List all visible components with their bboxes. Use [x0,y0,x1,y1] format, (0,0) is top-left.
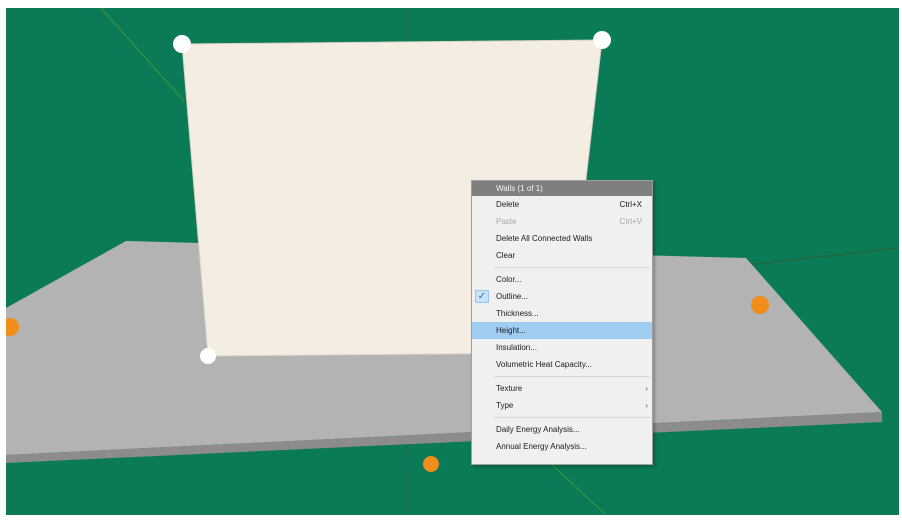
menu-item-label: Type [496,401,514,410]
menu-separator [494,376,650,377]
menu-item-label: Texture [496,384,523,393]
context-menu-title: Walls (1 of 1) [472,181,652,196]
3d-viewport[interactable] [6,8,899,515]
menu-item-texture[interactable]: Texture › [472,380,652,397]
menu-item-color[interactable]: Color... [472,271,652,288]
check-icon: ✓ [475,290,489,303]
submenu-arrow-icon: › [645,401,648,410]
menu-item-delete[interactable]: Delete Ctrl+X [472,196,652,213]
orange-marker-right[interactable] [751,296,769,314]
menu-item-label: Paste [496,217,517,226]
wall-handle-bottom-left[interactable] [200,348,216,364]
orange-marker-bottom[interactable] [423,456,439,472]
menu-item-delete-all-connected-walls[interactable]: Delete All Connected Walls [472,230,652,247]
menu-item-volumetric-heat-capacity[interactable]: Volumetric Heat Capacity... [472,356,652,373]
menu-item-clear[interactable]: Clear [472,247,652,264]
menu-separator [494,417,650,418]
menu-item-annual-energy-analysis[interactable]: Annual Energy Analysis... [472,438,652,455]
menu-separator [494,267,650,268]
menu-item-shortcut: Ctrl+X [619,200,642,209]
menu-item-label: Outline... [496,292,529,301]
menu-item-insulation[interactable]: Insulation... [472,339,652,356]
menu-item-height[interactable]: Height... [472,322,652,339]
menu-item-label: Thickness... [496,309,539,318]
menu-item-label: Volumetric Heat Capacity... [496,360,592,369]
menu-item-label: Height... [496,326,526,335]
menu-item-type[interactable]: Type › [472,397,652,414]
menu-item-label: Delete [496,200,520,209]
menu-item-label: Annual Energy Analysis... [496,442,587,451]
menu-item-daily-energy-analysis[interactable]: Daily Energy Analysis... [472,421,652,438]
menu-item-shortcut: Ctrl+V [619,217,642,226]
menu-item-label: Insulation... [496,343,537,352]
context-menu: Walls (1 of 1) Delete Ctrl+X Paste Ctrl+… [471,180,653,465]
scene-canvas[interactable] [6,8,899,515]
wall-handle-top-right[interactable] [593,31,611,49]
menu-item-outline[interactable]: ✓ Outline... [472,288,652,305]
submenu-arrow-icon: › [645,384,648,393]
menu-item-label: Color... [496,275,522,284]
menu-item-label: Delete All Connected Walls [496,234,593,243]
menu-item-paste[interactable]: Paste Ctrl+V [472,213,652,230]
menu-item-thickness[interactable]: Thickness... [472,305,652,322]
wall-handle-top-left[interactable] [173,35,191,53]
menu-item-label: Clear [496,251,516,260]
menu-item-label: Daily Energy Analysis... [496,425,580,434]
